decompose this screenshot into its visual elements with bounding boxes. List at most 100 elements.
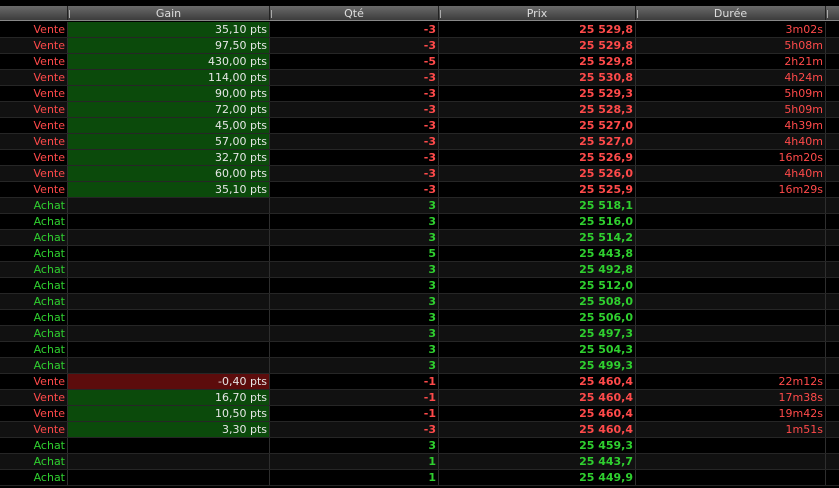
price-cell: 25 459,3 — [439, 438, 636, 453]
table-row[interactable]: Vente 35,10 pts -3 25 525,9 16m29s — [0, 182, 839, 198]
table-row[interactable]: Achat 3 25 518,1 — [0, 198, 839, 214]
filler-cell — [826, 390, 839, 405]
table-row[interactable]: Achat 5 25 443,8 — [0, 246, 839, 262]
qty-cell: -5 — [270, 54, 439, 69]
gain-cell: 35,10 pts — [68, 22, 270, 37]
duration-cell — [636, 278, 826, 293]
filler-cell — [826, 102, 839, 117]
gain-cell: 90,00 pts — [68, 86, 270, 101]
table-row[interactable]: Vente 60,00 pts -3 25 526,0 4h40m — [0, 166, 839, 182]
side-cell: Achat — [0, 454, 68, 469]
table-row[interactable]: Achat 1 25 449,9 — [0, 470, 839, 486]
column-header-duration[interactable]: Durée — [636, 6, 826, 20]
filler-cell — [826, 438, 839, 453]
table-row[interactable]: Vente 3,30 pts -3 25 460,4 1m51s — [0, 422, 839, 438]
column-resize-grip[interactable] — [271, 10, 272, 18]
column-header-side[interactable] — [0, 6, 68, 20]
side-cell: Achat — [0, 470, 68, 485]
duration-cell — [636, 454, 826, 469]
column-resize-grip[interactable] — [637, 10, 638, 18]
table-row[interactable]: Achat 3 25 492,8 — [0, 262, 839, 278]
side-cell: Vente — [0, 422, 68, 437]
duration-cell: 5h09m — [636, 102, 826, 117]
qty-cell: 3 — [270, 278, 439, 293]
price-cell: 25 530,8 — [439, 70, 636, 85]
filler-cell — [826, 230, 839, 245]
table-row[interactable]: Vente 57,00 pts -3 25 527,0 4h40m — [0, 134, 839, 150]
duration-cell: 3m02s — [636, 22, 826, 37]
table-row[interactable]: Vente 90,00 pts -3 25 529,3 5h09m — [0, 86, 839, 102]
filler-cell — [826, 374, 839, 389]
column-header-gain-label: Gain — [155, 7, 182, 20]
filler-cell — [826, 214, 839, 229]
table-row[interactable]: Achat 3 25 506,0 — [0, 310, 839, 326]
column-resize-grip[interactable] — [440, 10, 441, 18]
table-row[interactable]: Vente 10,50 pts -1 25 460,4 19m42s — [0, 406, 839, 422]
table-row[interactable]: Achat 3 25 504,3 — [0, 342, 839, 358]
side-cell: Vente — [0, 22, 68, 37]
qty-cell: 3 — [270, 214, 439, 229]
gain-cell: 114,00 pts — [68, 70, 270, 85]
table-row[interactable]: Vente 45,00 pts -3 25 527,0 4h39m — [0, 118, 839, 134]
column-header-qty-label: Qté — [344, 7, 364, 20]
grid-body: Vente 35,10 pts -3 25 529,8 3m02s Vente 97,50 … — [0, 22, 839, 486]
qty-cell: -3 — [270, 134, 439, 149]
gain-cell — [68, 214, 270, 229]
table-row[interactable]: Achat 3 25 508,0 — [0, 294, 839, 310]
table-row[interactable]: Achat 3 25 497,3 — [0, 326, 839, 342]
gain-cell — [68, 470, 270, 485]
qty-cell: -3 — [270, 22, 439, 37]
filler-cell — [826, 54, 839, 69]
price-cell: 25 526,0 — [439, 166, 636, 181]
filler-cell — [826, 422, 839, 437]
side-cell: Achat — [0, 294, 68, 309]
side-cell: Achat — [0, 262, 68, 277]
price-cell: 25 514,2 — [439, 230, 636, 245]
table-row[interactable]: Vente 430,00 pts -5 25 529,8 2h21m — [0, 54, 839, 70]
duration-cell — [636, 470, 826, 485]
price-cell: 25 504,3 — [439, 342, 636, 357]
table-row[interactable]: Vente 16,70 pts -1 25 460,4 17m38s — [0, 390, 839, 406]
table-row[interactable]: Vente 35,10 pts -3 25 529,8 3m02s — [0, 22, 839, 38]
price-cell: 25 506,0 — [439, 310, 636, 325]
duration-cell: 5h08m — [636, 38, 826, 53]
table-row[interactable]: Achat 3 25 516,0 — [0, 214, 839, 230]
duration-cell: 22m12s — [636, 374, 826, 389]
filler-cell — [826, 358, 839, 373]
price-cell: 25 525,9 — [439, 182, 636, 197]
side-cell: Vente — [0, 118, 68, 133]
column-header-filler — [826, 6, 839, 20]
qty-cell: -1 — [270, 390, 439, 405]
table-row[interactable]: Achat 3 25 514,2 — [0, 230, 839, 246]
filler-cell — [826, 454, 839, 469]
table-row[interactable]: Achat 3 25 499,3 — [0, 358, 839, 374]
column-resize-grip[interactable] — [69, 10, 70, 18]
qty-cell: -3 — [270, 118, 439, 133]
side-cell: Vente — [0, 182, 68, 197]
price-cell: 25 526,9 — [439, 150, 636, 165]
gain-cell — [68, 294, 270, 309]
price-cell: 25 529,8 — [439, 22, 636, 37]
table-row[interactable]: Achat 3 25 459,3 — [0, 438, 839, 454]
table-row[interactable]: Achat 3 25 512,0 — [0, 278, 839, 294]
gain-cell: 97,50 pts — [68, 38, 270, 53]
qty-cell: -3 — [270, 70, 439, 85]
table-row[interactable]: Vente -0,40 pts -1 25 460,4 22m12s — [0, 374, 839, 390]
table-row[interactable]: Vente 97,50 pts -3 25 529,8 5h08m — [0, 38, 839, 54]
table-row[interactable]: Vente 32,70 pts -3 25 526,9 16m20s — [0, 150, 839, 166]
table-row[interactable]: Achat 1 25 443,7 — [0, 454, 839, 470]
filler-cell — [826, 134, 839, 149]
filler-cell — [826, 278, 839, 293]
orders-grid: Gain Qté Prix Durée Vente 35,10 pts -3 25 5… — [0, 0, 839, 488]
table-row[interactable]: Vente 114,00 pts -3 25 530,8 4h24m — [0, 70, 839, 86]
table-row[interactable]: Vente 72,00 pts -3 25 528,3 5h09m — [0, 102, 839, 118]
filler-cell — [826, 198, 839, 213]
price-cell: 25 529,8 — [439, 38, 636, 53]
qty-cell: 3 — [270, 342, 439, 357]
column-header-price[interactable]: Prix — [439, 6, 636, 20]
column-header-gain[interactable]: Gain — [68, 6, 270, 20]
side-cell: Vente — [0, 166, 68, 181]
column-header-qty[interactable]: Qté — [270, 6, 439, 20]
side-cell: Achat — [0, 358, 68, 373]
column-resize-grip[interactable] — [827, 10, 828, 18]
